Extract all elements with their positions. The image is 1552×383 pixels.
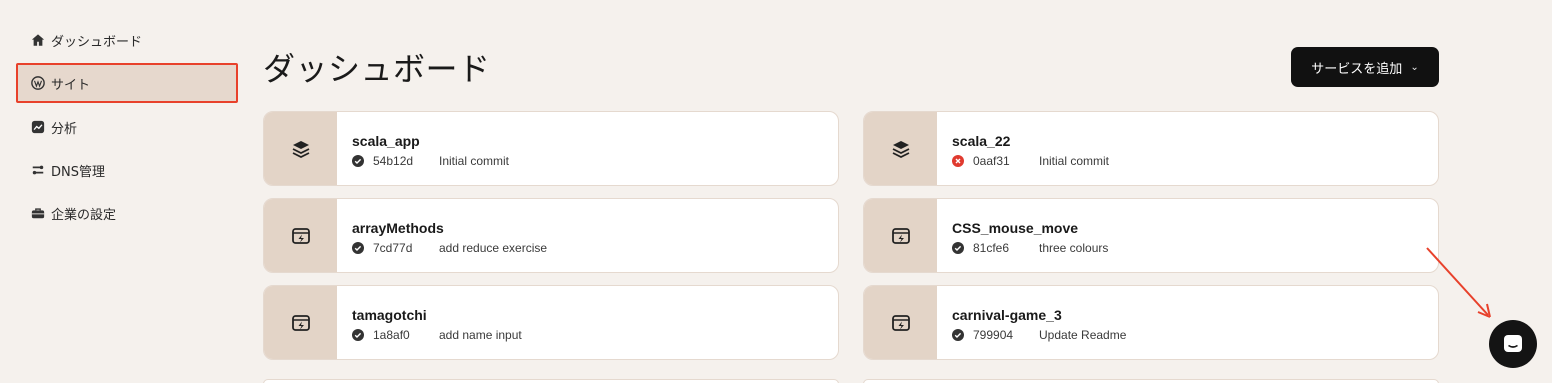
error-icon [952, 155, 964, 167]
commit-sha: 7cd77d [373, 241, 413, 255]
chevron-down-icon: ⌄ [1410, 61, 1419, 73]
sidebar-item-analytics[interactable]: 分析 [16, 107, 238, 147]
sidebar-item-label: サイト [51, 77, 91, 93]
service-name: carnival-game_3 [952, 307, 1062, 323]
commit-sha: 1a8af0 [373, 328, 410, 342]
services-grid: scala_app 54b12d Initial commit scala_22… [263, 111, 1439, 360]
static-site-icon [891, 227, 910, 244]
service-card[interactable]: scala_app 54b12d Initial commit [263, 111, 839, 186]
static-site-icon [291, 227, 310, 244]
wordpress-icon [31, 76, 45, 90]
commit-sha: 799904 [973, 328, 1014, 342]
service-name: scala_22 [952, 133, 1011, 149]
briefcase-icon [31, 208, 45, 219]
service-card[interactable]: scala_22 0aaf31 Initial commit [863, 111, 1439, 186]
sidebar-item-label: 分析 [51, 121, 78, 137]
commit-sha: 54b12d [373, 154, 414, 168]
commit-message: three colours [1039, 241, 1109, 255]
commit-message: Initial commit [1039, 154, 1110, 168]
add-service-button[interactable]: サービスを追加 ⌄ [1291, 47, 1439, 87]
chat-launcher-button[interactable] [1489, 320, 1537, 368]
service-name: CSS_mouse_move [952, 220, 1079, 236]
service-card[interactable]: CSS_mouse_move 81cfe6 three colours [863, 198, 1439, 273]
service-card[interactable]: tamagotchi 1a8af0 add name input [263, 285, 839, 360]
commit-message: Initial commit [439, 154, 510, 168]
home-icon [31, 34, 45, 46]
card-icon-panel [264, 286, 337, 359]
sidebar-item-label: ダッシュボード [51, 34, 143, 50]
service-card[interactable]: carnival-game_3 799904 Update Readme [863, 285, 1439, 360]
success-check-icon [352, 242, 364, 254]
add-service-label: サービスを追加 [1311, 61, 1403, 77]
commit-sha: 0aaf31 [973, 154, 1010, 168]
static-site-icon [291, 314, 310, 331]
page-title: ダッシュボード [263, 50, 491, 88]
analytics-icon [31, 120, 45, 134]
sidebar-item-company-settings[interactable]: 企業の設定 [16, 193, 238, 233]
card-icon-panel [264, 112, 337, 185]
service-name: tamagotchi [352, 307, 427, 323]
sidebar: ダッシュボード サイト 分析 DNS管理 企業の設定 [0, 0, 250, 383]
sidebar-item-label: DNS管理 [51, 164, 105, 180]
layers-icon [892, 140, 909, 158]
annotation-arrow-icon [1426, 247, 1491, 318]
sidebar-item-dashboard[interactable]: ダッシュボード [16, 20, 238, 60]
sidebar-item-sites[interactable]: サイト [16, 63, 238, 103]
success-check-icon [952, 329, 964, 341]
success-check-icon [352, 329, 364, 341]
service-card-partial[interactable] [263, 379, 839, 383]
chat-icon [1504, 335, 1522, 352]
commit-message: Update Readme [1039, 328, 1127, 342]
service-name: scala_app [352, 133, 420, 149]
dns-icon [32, 165, 44, 175]
success-check-icon [952, 242, 964, 254]
service-card[interactable]: arrayMethods 7cd77d add reduce exercise [263, 198, 839, 273]
service-card-partial[interactable] [863, 379, 1439, 383]
commit-message: add name input [439, 328, 522, 342]
card-icon-panel [864, 199, 937, 272]
success-check-icon [352, 155, 364, 167]
sidebar-item-label: 企業の設定 [51, 207, 117, 223]
sidebar-item-dns[interactable]: DNS管理 [16, 150, 238, 190]
static-site-icon [891, 314, 910, 331]
layers-icon [292, 140, 309, 158]
card-icon-panel [864, 286, 937, 359]
commit-sha: 81cfe6 [973, 241, 1010, 255]
card-icon-panel [864, 112, 937, 185]
commit-message: add reduce exercise [439, 241, 548, 255]
card-icon-panel [264, 199, 337, 272]
service-name: arrayMethods [352, 220, 444, 236]
